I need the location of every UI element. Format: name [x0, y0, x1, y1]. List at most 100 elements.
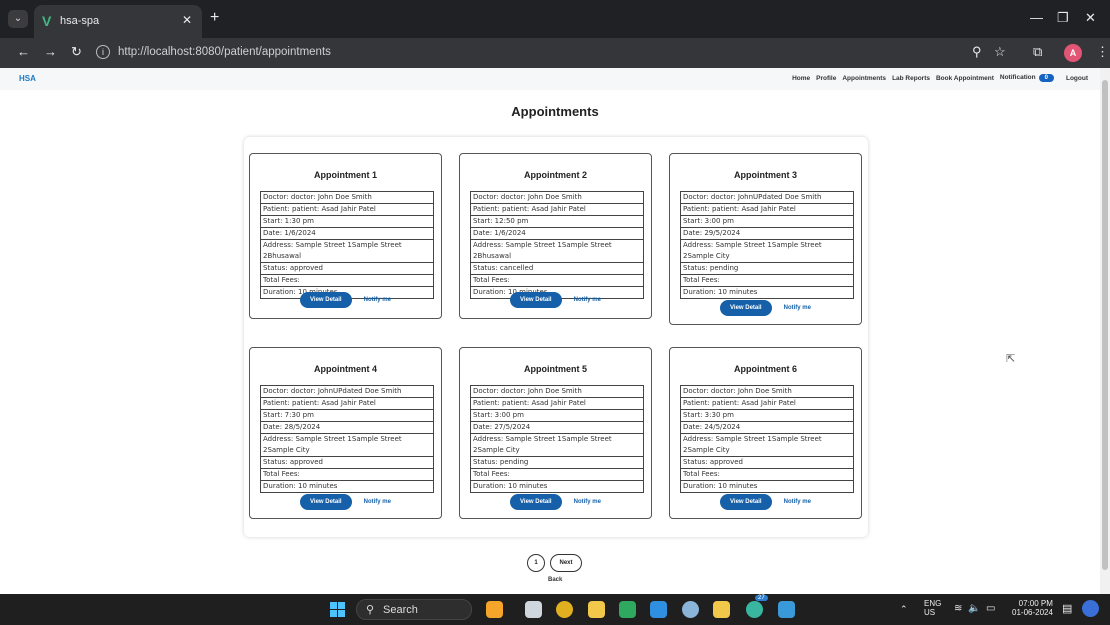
address-bar[interactable]: http://localhost:8080/patient/appointmen…	[118, 46, 331, 58]
notification-center-icon[interactable]: ▤	[1062, 602, 1072, 615]
appointment-fields: Doctor: doctor: John Doe Smith Patient: …	[470, 385, 644, 493]
vscode-icon[interactable]	[650, 601, 667, 618]
settings-gear-icon[interactable]	[682, 601, 699, 618]
search-label: Search	[383, 604, 418, 616]
appointment-card: Appointment 1 Doctor: doctor: John Doe S…	[249, 153, 442, 319]
restore-icon[interactable]: ❐	[1057, 10, 1069, 26]
status-field: Status: pending	[680, 263, 854, 275]
notify-me-link[interactable]: Notify me	[784, 499, 811, 505]
page-1-button[interactable]: 1	[527, 554, 545, 572]
file-explorer-icon[interactable]	[588, 601, 605, 618]
back-arrow-icon[interactable]: ←	[17, 44, 30, 59]
fees-field: Total Fees:	[680, 469, 854, 481]
card-actions: View Detail Notify me	[460, 494, 651, 510]
main-nav: Home Profile Appointments Lab Reports Bo…	[792, 74, 1088, 82]
windows-start-icon[interactable]	[330, 602, 345, 617]
notify-me-link[interactable]: Notify me	[784, 305, 811, 311]
zoom-icon[interactable]: ⚲	[972, 44, 982, 60]
clock[interactable]: 07:00 PM 01-06-2024	[1012, 599, 1053, 617]
appointment-card: Appointment 6 Doctor: doctor: John Doe S…	[669, 347, 862, 519]
browser-tab[interactable]: V hsa-spa ✕	[34, 5, 202, 38]
widgets-icon[interactable]	[486, 601, 503, 618]
bookmark-star-icon[interactable]: ☆	[994, 44, 1006, 60]
new-tab-icon[interactable]: +	[210, 9, 219, 27]
browser-toolbar: ← → ↻ i http://localhost:8080/patient/ap…	[0, 38, 1110, 68]
nav-appointments[interactable]: Appointments	[842, 75, 886, 82]
address-field: Address: Sample Street 1Sample Street 2B…	[470, 240, 644, 263]
reload-icon[interactable]: ↻	[71, 44, 82, 60]
start-field: Start: 3:00 pm	[470, 410, 644, 422]
notify-me-link[interactable]: Notify me	[364, 297, 391, 303]
address-field: Address: Sample Street 1Sample Street 2B…	[260, 240, 434, 263]
nav-book-appointment[interactable]: Book Appointment	[936, 75, 994, 82]
appointment-fields: Doctor: doctor: John Doe Smith Patient: …	[470, 191, 644, 299]
task-view-icon[interactable]	[525, 601, 542, 618]
language-top: ENG	[924, 599, 942, 608]
view-detail-button[interactable]: View Detail	[300, 292, 352, 308]
doctor-field: Doctor: doctor: JohnUPdated Doe Smith	[680, 191, 854, 204]
status-field: Status: approved	[260, 263, 434, 275]
profile-avatar[interactable]: A	[1064, 44, 1082, 62]
tab-title: hsa-spa	[60, 15, 100, 27]
language-indicator[interactable]: ENG US	[924, 599, 941, 617]
view-detail-button[interactable]: View Detail	[720, 494, 772, 510]
start-field: Start: 3:00 pm	[680, 216, 854, 228]
browser-menu-icon[interactable]: ⋮	[1096, 44, 1109, 60]
brand-logo[interactable]: HSA	[19, 74, 36, 83]
appointment-fields: Doctor: doctor: JohnUPdated Doe Smith Pa…	[260, 385, 434, 493]
scrollbar-thumb[interactable]	[1102, 80, 1108, 570]
start-field: Start: 1:30 pm	[260, 216, 434, 228]
view-detail-button[interactable]: View Detail	[510, 494, 562, 510]
extensions-icon[interactable]: ⧉	[1033, 44, 1042, 60]
nav-logout[interactable]: Logout	[1066, 75, 1088, 82]
folder-icon[interactable]	[713, 601, 730, 618]
tab-close-icon[interactable]: ✕	[182, 13, 192, 27]
window-close-icon[interactable]: ✕	[1085, 10, 1096, 26]
minimize-icon[interactable]: —	[1030, 10, 1043, 25]
view-detail-button[interactable]: View Detail	[720, 300, 772, 316]
appointment-title: Appointment 2	[524, 170, 587, 180]
volume-icon[interactable]: 🔈	[968, 603, 980, 614]
whatsapp-icon[interactable]	[746, 601, 763, 618]
chrome-icon[interactable]	[556, 601, 573, 618]
nav-notification-label: Notification	[999, 74, 1036, 81]
copilot-icon[interactable]	[1082, 600, 1099, 617]
address-field: Address: Sample Street 1Sample Street 2S…	[680, 434, 854, 457]
fees-field: Total Fees:	[680, 275, 854, 287]
card-actions: View Detail Notify me	[250, 292, 441, 308]
view-detail-button[interactable]: View Detail	[510, 292, 562, 308]
nav-notification[interactable]: Notification 0	[1000, 74, 1054, 82]
site-info-icon[interactable]: i	[96, 45, 110, 59]
status-field: Status: pending	[470, 457, 644, 469]
next-page-button[interactable]: Next	[550, 554, 582, 572]
app-header: HSA Home Profile Appointments Lab Report…	[0, 68, 1100, 90]
clock-time: 07:00 PM	[1018, 599, 1053, 608]
notepad-icon[interactable]	[619, 601, 636, 618]
nav-profile[interactable]: Profile	[816, 75, 836, 82]
tray-chevron-icon[interactable]: ⌃	[900, 604, 908, 615]
card-actions: View Detail Notify me	[460, 292, 651, 308]
tab-search-chevron-icon[interactable]: ⌄	[8, 10, 28, 28]
card-actions: View Detail Notify me	[250, 494, 441, 510]
page-scrollbar[interactable]	[1100, 68, 1110, 594]
duration-field: Duration: 10 minutes	[260, 481, 434, 493]
fees-field: Total Fees:	[470, 275, 644, 287]
wifi-icon[interactable]: ≋	[954, 603, 962, 614]
notify-me-link[interactable]: Notify me	[364, 499, 391, 505]
photos-icon[interactable]	[778, 601, 795, 618]
clock-date: 01-06-2024	[1012, 608, 1053, 617]
nav-home[interactable]: Home	[792, 75, 810, 82]
back-link[interactable]: Back	[548, 577, 562, 583]
taskbar-search[interactable]: ⚲ Search	[356, 599, 472, 620]
card-actions: View Detail Notify me	[670, 494, 861, 510]
appointment-card: Appointment 2 Doctor: doctor: John Doe S…	[459, 153, 652, 319]
view-detail-button[interactable]: View Detail	[300, 494, 352, 510]
doctor-field: Doctor: doctor: John Doe Smith	[680, 385, 854, 398]
notify-me-link[interactable]: Notify me	[574, 499, 601, 505]
forward-arrow-icon[interactable]: →	[44, 44, 57, 59]
nav-lab-reports[interactable]: Lab Reports	[892, 75, 930, 82]
notify-me-link[interactable]: Notify me	[574, 297, 601, 303]
appointment-fields: Doctor: doctor: John Doe Smith Patient: …	[680, 385, 854, 493]
battery-icon[interactable]: ▭	[986, 603, 995, 614]
date-field: Date: 27/5/2024	[470, 422, 644, 434]
